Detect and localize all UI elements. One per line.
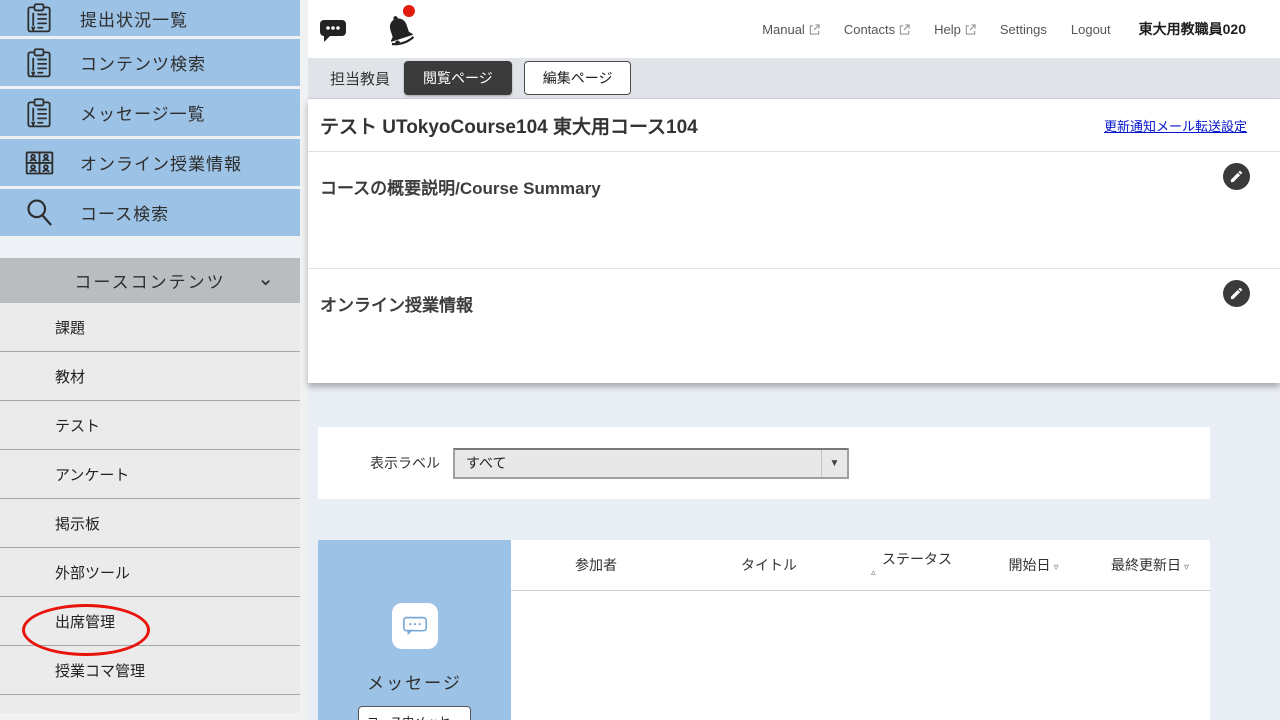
- pencil-icon: [1229, 169, 1244, 184]
- course-summary-heading: コースの概要説明/Course Summary: [320, 174, 1250, 199]
- notification-dot: [403, 5, 415, 17]
- sidebar-item-partial: [0, 695, 300, 713]
- manual-link[interactable]: Manual: [762, 22, 820, 37]
- sidebar-item-label: 課題: [55, 317, 85, 338]
- sidebar-item-bulletin-board[interactable]: 掲示板: [0, 499, 300, 548]
- chevron-down-icon: ⌄: [257, 266, 276, 291]
- help-link-label: Help: [934, 22, 961, 37]
- dropdown-arrow-icon: ▼: [821, 450, 847, 477]
- username: 東大用教職員020: [1139, 19, 1246, 39]
- role-label: 担当教員: [330, 68, 390, 89]
- sidebar-item-class-slot-management[interactable]: 授業コマ管理: [0, 646, 300, 695]
- column-header-last-updated[interactable]: 最終更新日▿: [1090, 555, 1210, 575]
- main: Manual Contacts Help Settings Logout 東大用…: [308, 0, 1280, 720]
- sidebar-item-content-search[interactable]: コンテンツ検索: [0, 39, 300, 86]
- sidebar-item-assignments[interactable]: 課題: [0, 303, 300, 352]
- message-table-right: 参加者 タイトル ステータス ▵ 開始日▿ 最終更新日▿: [511, 540, 1210, 720]
- message-panel[interactable]: メッセージ コース内メッセー: [318, 540, 511, 720]
- sidebar-item-label: コンテンツ検索: [80, 50, 206, 75]
- pencil-icon: [1229, 286, 1244, 301]
- sidebar-item-online-class-info[interactable]: オンライン授業情報: [0, 139, 300, 186]
- sidebar-item-label: テスト: [55, 415, 100, 436]
- contacts-link-label: Contacts: [844, 22, 895, 37]
- column-header-start-date[interactable]: 開始日▿: [977, 555, 1090, 575]
- search-icon: [20, 196, 58, 229]
- sidebar: 提出状況一覧 コンテンツ検索 メッセージ一覧: [0, 0, 300, 720]
- external-link-icon: [899, 24, 910, 35]
- online-class-heading: オンライン授業情報: [320, 291, 1250, 316]
- clipboard-icon: [20, 97, 58, 129]
- column-header-participants: 参加者: [511, 555, 681, 575]
- table-body-empty: [511, 591, 1210, 720]
- topbar: Manual Contacts Help Settings Logout 東大用…: [308, 0, 1280, 58]
- sidebar-item-course-search[interactable]: コース検索: [0, 189, 300, 236]
- course-message-button[interactable]: コース内メッセー: [358, 706, 471, 720]
- tab-edit-page[interactable]: 編集ページ: [524, 61, 632, 95]
- logout-link[interactable]: Logout: [1071, 22, 1111, 37]
- bell-icon[interactable]: [378, 8, 421, 51]
- chat-bubble-icon: [392, 603, 438, 649]
- sidebar-item-label: コース検索: [80, 200, 169, 225]
- column-header-title: タイトル: [681, 555, 857, 575]
- page-title: テスト UTokyoCourse104 東大用コース104: [320, 112, 1104, 139]
- clipboard-icon: [20, 47, 58, 79]
- sidebar-section-course-contents[interactable]: コースコンテンツ ⌄: [0, 258, 300, 303]
- sidebar-item-label: アンケート: [55, 464, 129, 485]
- tab-bar: 担当教員 閲覧ページ 編集ページ: [308, 58, 1280, 99]
- edit-online-class-button[interactable]: [1223, 280, 1250, 307]
- course-panel: テスト UTokyoCourse104 東大用コース104 更新通知メール転送設…: [308, 99, 1280, 383]
- online-class-icon: [20, 146, 58, 179]
- sidebar-item-label: 外部ツール: [55, 562, 130, 583]
- column-header-status[interactable]: ステータス ▵: [857, 552, 977, 577]
- sort-desc-icon: ▿: [1184, 562, 1189, 573]
- message-table: メッセージ コース内メッセー 参加者 タイトル ステータス ▵ 開始日▿ 最終更…: [318, 540, 1210, 720]
- sidebar-item-label: オンライン授業情報: [80, 150, 242, 175]
- logout-link-label: Logout: [1071, 22, 1111, 37]
- content-lower-area: 表示ラベル すべて ▼ メッセージ コース内メッセー: [308, 383, 1280, 720]
- manual-link-label: Manual: [762, 22, 805, 37]
- external-link-icon: [965, 24, 976, 35]
- sidebar-item-materials[interactable]: 教材: [0, 352, 300, 401]
- sidebar-item-label: 掲示板: [55, 513, 100, 534]
- settings-link[interactable]: Settings: [1000, 22, 1047, 37]
- display-label-text: 表示ラベル: [318, 453, 453, 473]
- sidebar-item-submission-status[interactable]: 提出状況一覧: [0, 0, 300, 36]
- sidebar-section-label: コースコンテンツ: [74, 268, 225, 293]
- display-label-select[interactable]: すべて ▼: [453, 448, 849, 479]
- edit-summary-button[interactable]: [1223, 163, 1250, 190]
- sidebar-item-message-list[interactable]: メッセージ一覧: [0, 89, 300, 136]
- display-label-filter: 表示ラベル すべて ▼: [318, 427, 1210, 499]
- external-link-icon: [809, 24, 820, 35]
- sidebar-item-attendance[interactable]: 出席管理: [0, 597, 300, 646]
- online-class-section: オンライン授業情報: [308, 269, 1280, 383]
- table-header-row: 参加者 タイトル ステータス ▵ 開始日▿ 最終更新日▿: [511, 540, 1210, 591]
- update-notification-mail-link[interactable]: 更新通知メール転送設定: [1104, 116, 1247, 135]
- sort-desc-icon: ▿: [1053, 562, 1058, 573]
- message-panel-title: メッセージ: [367, 669, 462, 694]
- message-icon[interactable]: [318, 14, 348, 44]
- sort-asc-icon: ▵: [871, 568, 876, 578]
- sidebar-item-label: 出席管理: [55, 611, 115, 632]
- sidebar-item-label: 提出状況一覧: [80, 6, 188, 31]
- sidebar-gap: [0, 239, 300, 258]
- settings-link-label: Settings: [1000, 22, 1047, 37]
- sidebar-item-external-tools[interactable]: 外部ツール: [0, 548, 300, 597]
- select-value: すべて: [455, 453, 821, 473]
- course-summary-section: コースの概要説明/Course Summary: [308, 152, 1280, 269]
- help-link[interactable]: Help: [934, 22, 976, 37]
- clipboard-icon: [20, 2, 58, 34]
- contacts-link[interactable]: Contacts: [844, 22, 910, 37]
- course-title-bar: テスト UTokyoCourse104 東大用コース104 更新通知メール転送設…: [308, 99, 1280, 152]
- tab-view-page[interactable]: 閲覧ページ: [404, 61, 512, 95]
- sidebar-item-label: メッセージ一覧: [80, 100, 206, 125]
- sidebar-item-label: 授業コマ管理: [55, 660, 145, 681]
- sidebar-item-surveys[interactable]: アンケート: [0, 450, 300, 499]
- sidebar-item-tests[interactable]: テスト: [0, 401, 300, 450]
- sidebar-item-label: 教材: [55, 366, 85, 387]
